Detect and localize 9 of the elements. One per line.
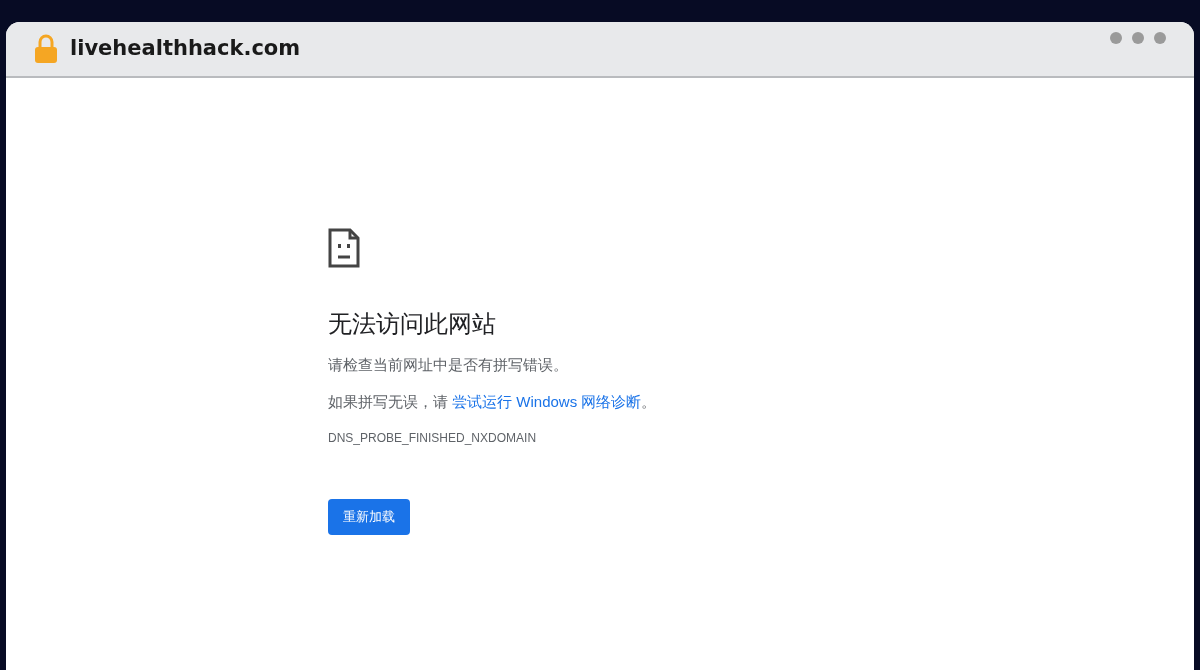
suggestion-text: 如果拼写无误，请 尝试运行 Windows 网络诊断。 — [328, 391, 657, 412]
diagnostics-link[interactable]: 尝试运行 Windows 网络诊断 — [452, 392, 642, 410]
hint-text: 请检查当前网址中是否有拼写错误。 — [328, 355, 568, 375]
error-title: 无法访问此网站 — [328, 309, 496, 339]
sad-page-icon — [328, 228, 360, 268]
lock-icon — [34, 34, 58, 64]
error-code: DNS_PROBE_FINISHED_NXDOMAIN — [328, 430, 537, 447]
reload-button[interactable]: 重新加载 — [328, 499, 410, 535]
url-text[interactable]: livehealthhack.com — [70, 33, 301, 65]
